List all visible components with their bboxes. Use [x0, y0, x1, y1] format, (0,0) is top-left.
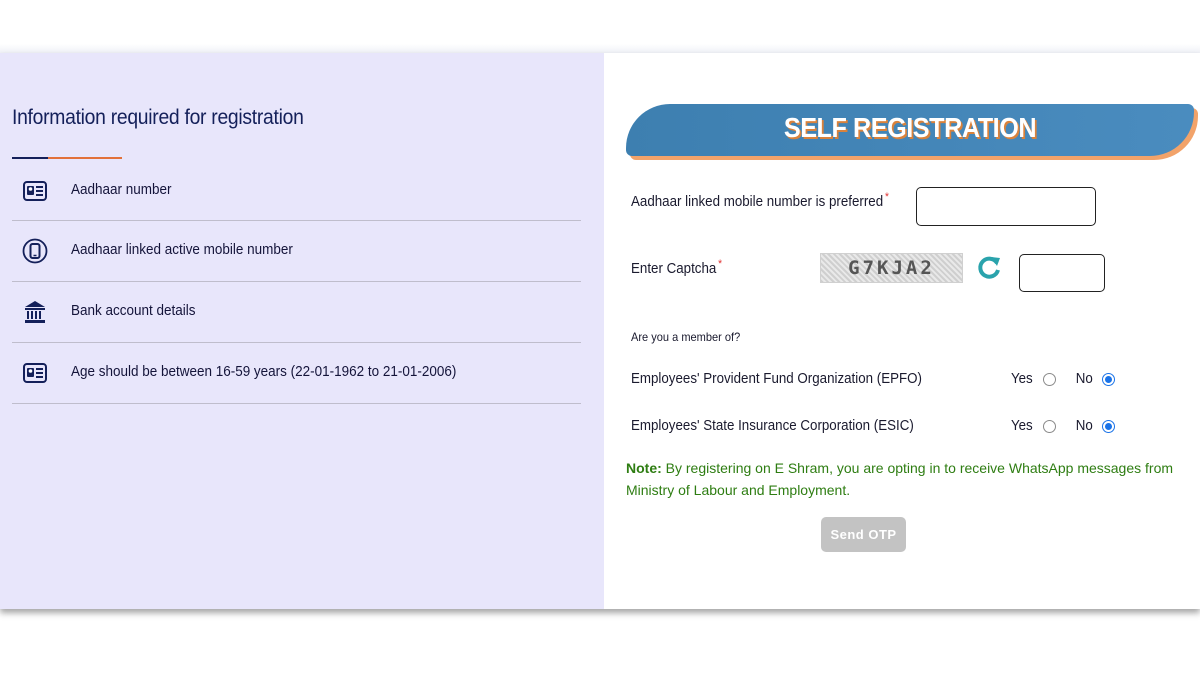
requirement-bank-details: Bank account details — [71, 303, 196, 319]
list-item: Aadhaar linked active mobile number — [12, 221, 581, 282]
bank-icon — [25, 301, 45, 323]
epfo-label: Employees' Provident Fund Organization (… — [631, 371, 922, 387]
info-panel: Information required for registration Aa… — [0, 53, 604, 609]
captcha-image: G7KJA2 — [820, 253, 963, 283]
requirement-mobile-number: Aadhaar linked active mobile number — [71, 242, 293, 258]
mobile-phone-icon — [22, 238, 48, 264]
self-registration-form: SELF REGISTRATION Aadhaar linked mobile … — [604, 53, 1200, 609]
whatsapp-note: Note: By registering on E Shram, you are… — [626, 457, 1196, 501]
list-item: Age should be between 16-59 years (22-01… — [12, 343, 581, 404]
epfo-no-radio[interactable] — [1102, 372, 1116, 386]
send-otp-button[interactable]: Send OTP — [821, 517, 906, 552]
list-item: Aadhaar number — [12, 160, 581, 221]
member-question: Are you a member of? — [631, 330, 741, 344]
epfo-yes-radio[interactable] — [1042, 372, 1056, 386]
captcha-label: Enter Captcha * — [631, 258, 723, 277]
esic-yes-radio[interactable] — [1042, 419, 1056, 433]
list-item: Bank account details — [12, 282, 581, 343]
epfo-radio-group: Yes No — [1010, 371, 1116, 387]
required-asterisk: * — [884, 191, 889, 203]
required-asterisk: * — [718, 258, 723, 270]
mobile-label: Aadhaar linked mobile number is preferre… — [631, 191, 889, 210]
form-title-banner: SELF REGISTRATION — [626, 104, 1198, 160]
title-underline — [12, 157, 122, 159]
epfo-no-label: No — [1075, 371, 1093, 387]
mobile-number-input[interactable] — [916, 187, 1096, 226]
requirement-aadhaar-number: Aadhaar number — [71, 182, 172, 198]
id-card-icon — [23, 181, 47, 201]
esic-no-label: No — [1075, 418, 1093, 434]
form-title: SELF REGISTRATION — [783, 112, 1037, 143]
refresh-icon[interactable] — [976, 255, 1002, 281]
requirements-list: Aadhaar number Aadhaar linked active mob… — [12, 160, 581, 404]
esic-label: Employees' State Insurance Corporation (… — [631, 418, 914, 434]
esic-no-radio[interactable] — [1102, 419, 1116, 433]
esic-yes-label: Yes — [1010, 418, 1033, 434]
id-card-icon — [23, 363, 47, 383]
esic-radio-group: Yes No — [1010, 418, 1116, 434]
captcha-input[interactable] — [1019, 254, 1105, 292]
requirement-age: Age should be between 16-59 years (22-01… — [71, 364, 457, 380]
note-text: By registering on E Shram, you are optin… — [626, 460, 1174, 498]
info-panel-title: Information required for registration — [12, 106, 304, 129]
note-prefix: Note: — [626, 460, 662, 476]
registration-frame: Information required for registration Aa… — [0, 53, 1200, 609]
epfo-yes-label: Yes — [1010, 371, 1033, 387]
